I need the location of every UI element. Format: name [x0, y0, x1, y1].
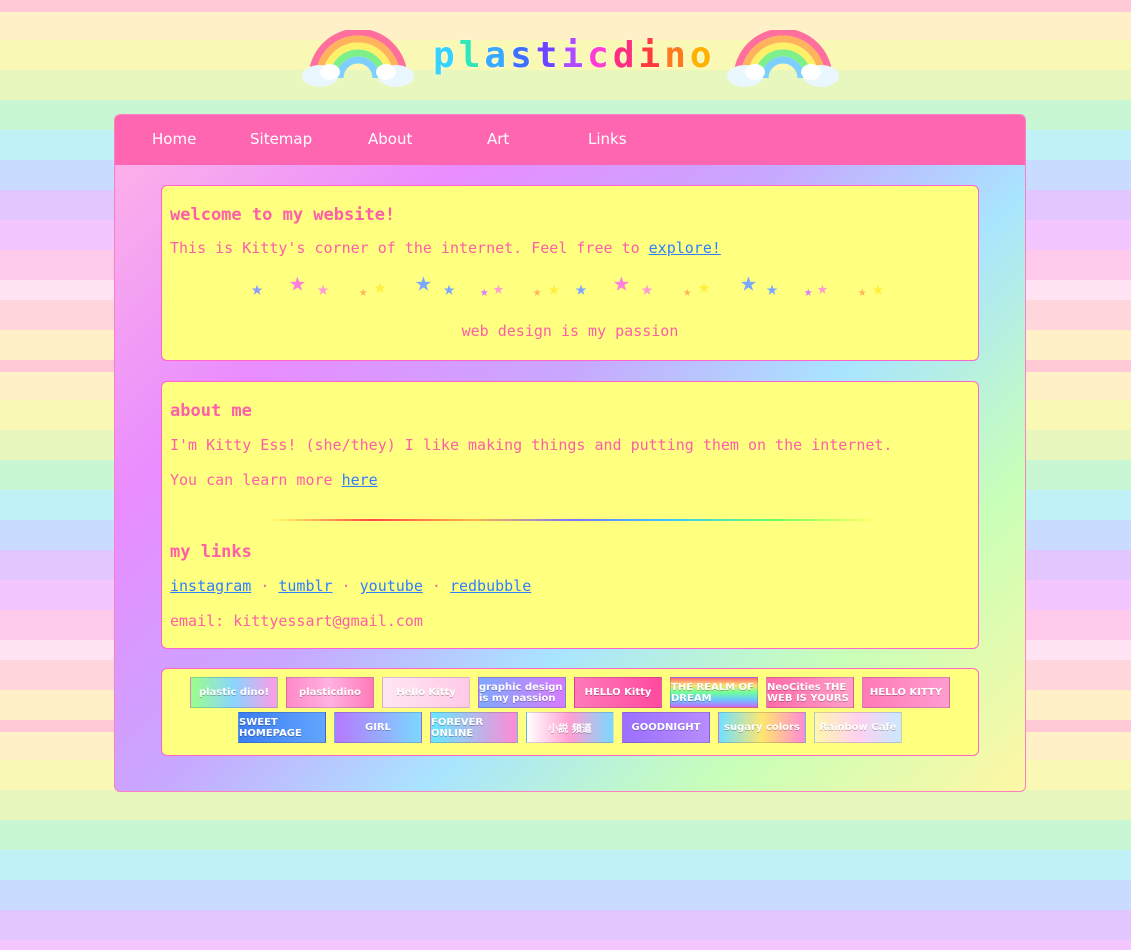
site-button-88x31[interactable]: NeoCities THE WEB IS YOURS — [766, 677, 854, 708]
star-icon: ★ — [766, 276, 779, 300]
site-button-88x31[interactable]: SWEET HOMEPAGE — [238, 712, 326, 743]
button-gallery: plastic dino! plasticdino Hello Kitty graph… — [162, 677, 978, 743]
redbubble-link[interactable]: redbubble — [450, 577, 531, 595]
welcome-box: welcome to my website! This is Kitty's c… — [161, 185, 979, 361]
site-button-88x31[interactable]: THE REALM OF DREAM — [670, 677, 758, 708]
site-button-88x31[interactable]: sugary colors — [718, 712, 806, 743]
star-icon: ★ — [858, 284, 867, 300]
link-separator: · — [260, 577, 270, 595]
site-button-88x31[interactable]: HELLO KITTY — [862, 677, 950, 708]
star-icon: ★ — [359, 284, 368, 300]
star-icon: ★ — [575, 276, 588, 300]
star-icon: ★ — [683, 284, 692, 300]
instagram-link[interactable]: instagram — [170, 577, 251, 595]
rainbow-icon — [302, 28, 414, 88]
site-logo[interactable]: plasticdino — [433, 35, 713, 83]
star-icon: ★ — [493, 278, 504, 299]
logo-letter: n — [664, 35, 687, 76]
rainbow-divider — [272, 519, 872, 521]
link-separator: · — [431, 577, 441, 595]
rainbow-icon — [727, 28, 839, 88]
site-button-88x31[interactable]: FOREVER ONLINE — [430, 712, 518, 743]
explore-link[interactable]: explore! — [649, 239, 721, 257]
nav-sitemap[interactable]: Sitemap — [250, 130, 312, 148]
logo-letter: p — [433, 35, 456, 76]
buttons-box: plastic dino! plasticdino Hello Kitty graph… — [161, 668, 979, 756]
site-button-88x31[interactable]: GIRL — [334, 712, 422, 743]
star-icon: ★ — [251, 276, 264, 300]
logo-letter: i — [638, 35, 662, 76]
site-header: plasticdino — [0, 0, 1131, 110]
star-icon: ★ — [641, 276, 654, 300]
nav-art[interactable]: Art — [487, 130, 509, 148]
star-icon: ★ — [533, 284, 542, 300]
site-button-88x31[interactable]: Hello Kitty — [382, 677, 470, 708]
welcome-tagline: web design is my passion — [461, 322, 679, 340]
youtube-link[interactable]: youtube — [360, 577, 423, 595]
welcome-title: welcome to my website! — [170, 205, 396, 225]
about-here-link[interactable]: here — [342, 471, 378, 489]
nav-links[interactable]: Links — [588, 130, 627, 148]
logo-letter: s — [510, 35, 533, 76]
welcome-text: This is Kitty's corner of the internet. … — [170, 239, 721, 257]
top-nav: Home Sitemap About Art Links — [115, 115, 1025, 165]
star-icon: ★ — [374, 274, 387, 298]
links-row: instagram · tumblr · youtube · redbubble — [170, 577, 531, 595]
about-line-1: I'm Kitty Ess! (she/they) I like making … — [170, 436, 893, 454]
star-icon: ★ — [613, 265, 630, 298]
tumblr-link[interactable]: tumblr — [278, 577, 332, 595]
star-icon: ★ — [415, 265, 432, 298]
star-icon: ★ — [289, 265, 306, 298]
logo-letter: d — [612, 35, 636, 76]
about-title: about me — [170, 401, 252, 421]
star-icon: ★ — [817, 278, 828, 299]
about-line-2-text: You can learn more — [170, 471, 342, 489]
logo-letter: a — [484, 35, 508, 76]
star-icon: ★ — [548, 276, 561, 300]
star-icon: ★ — [872, 276, 885, 300]
about-box: about me I'm Kitty Ess! (she/they) I lik… — [161, 381, 979, 649]
logo-letter: o — [689, 35, 713, 76]
star-icon: ★ — [698, 274, 711, 298]
logo-letter: c — [587, 35, 610, 76]
site-button-88x31[interactable]: plasticdino — [286, 677, 374, 708]
logo-letter: l — [458, 35, 482, 76]
link-separator: · — [341, 577, 351, 595]
main-container: Home Sitemap About Art Links welcome to … — [114, 114, 1026, 792]
logo-letter: t — [535, 35, 559, 76]
star-icon: ★ — [740, 265, 757, 298]
star-icon: ★ — [443, 276, 456, 300]
star-icon: ★ — [317, 276, 330, 300]
welcome-text-body: This is Kitty's corner of the internet. … — [170, 239, 649, 257]
star-icon: ★ — [804, 284, 813, 300]
site-button-88x31[interactable]: Rainbow Cafe — [814, 712, 902, 743]
site-button-88x31[interactable]: HELLO Kitty — [574, 677, 662, 708]
nav-about[interactable]: About — [368, 130, 412, 148]
email-text: email: kittyessart@gmail.com — [170, 612, 423, 630]
site-button-88x31[interactable]: graphic design is my passion — [478, 677, 566, 708]
nav-home[interactable]: Home — [152, 130, 196, 148]
site-button-88x31[interactable]: GOODNIGHT — [622, 712, 710, 743]
site-button-88x31[interactable]: plastic dino! — [190, 677, 278, 708]
site-button-88x31[interactable]: 小説 頻道 — [526, 712, 614, 743]
links-title: my links — [170, 542, 252, 562]
star-row: ★ ★ ★ ★ ★ ★ ★ ★ ★ ★ ★ ★ ★ ★ ★ ★ ★ ★ ★ ★ … — [162, 268, 978, 304]
logo-letter: i — [561, 35, 585, 76]
star-icon: ★ — [480, 284, 489, 300]
about-line-2: You can learn more here — [170, 471, 378, 489]
